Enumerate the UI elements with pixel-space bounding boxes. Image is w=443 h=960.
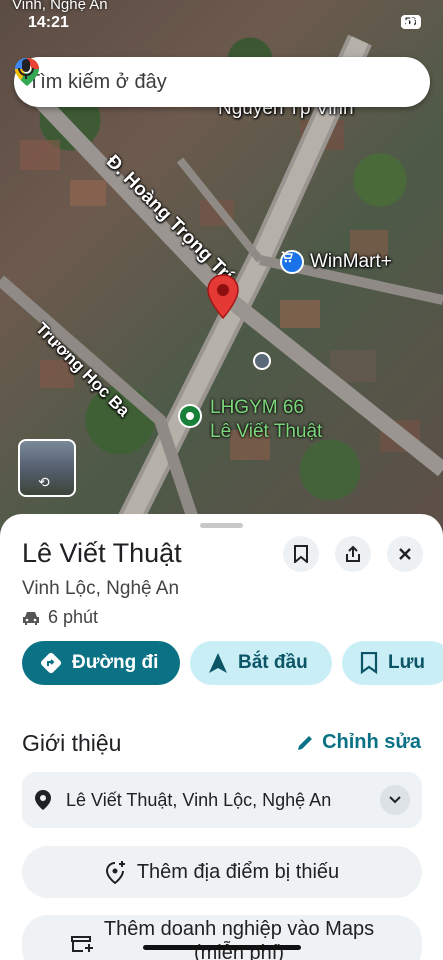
screen: Nguyễn Tp Vinh Đ. Hoàng Trọng Trí Trương… xyxy=(0,0,443,960)
microphone-icon[interactable] xyxy=(14,57,38,81)
close-button[interactable] xyxy=(387,536,423,572)
search-bar[interactable]: Tìm kiếm ở đây xyxy=(14,57,430,107)
bookmark-button[interactable] xyxy=(283,536,319,572)
winmart-label: WinMart+ xyxy=(310,251,392,272)
gym-pin-icon xyxy=(178,404,202,428)
address-text: Lê Viết Thuật, Vinh Lộc, Nghệ An xyxy=(66,789,332,810)
address-row[interactable]: Lê Viết Thuật, Vinh Lộc, Nghệ An xyxy=(22,772,422,828)
add-location-icon xyxy=(105,861,125,884)
selected-pin-icon[interactable] xyxy=(207,274,239,320)
wifi-icon xyxy=(401,15,419,28)
search-input[interactable]: Tìm kiếm ở đây xyxy=(28,71,416,94)
home-indicator[interactable] xyxy=(143,945,301,950)
eta-text: 6 phút xyxy=(48,607,99,627)
status-bar: Vinh, Nghệ An 14:21 55 xyxy=(0,0,443,40)
place-details-sheet: Lê Viết Thuật Vinh Lộc, Nghệ An 6 phút Đ… xyxy=(0,514,443,960)
rotate-360-icon: ⟲ xyxy=(38,474,50,490)
action-chips: Đường đi Bắt đầu Lưu xyxy=(22,641,443,685)
status-location: Vinh, Nghệ An xyxy=(12,0,108,13)
start-label: Bắt đầu xyxy=(238,652,308,673)
add-business-button[interactable]: Thêm doanh nghiệp vào Maps (miễn phí) xyxy=(22,915,422,960)
directions-button[interactable]: Đường đi xyxy=(22,641,180,685)
drive-eta: 6 phút xyxy=(22,607,98,628)
winmart-marker[interactable]: WinMart+ xyxy=(280,250,392,274)
chevron-down-icon xyxy=(389,796,401,804)
add-business-label: Thêm doanh nghiệp vào Maps xyxy=(103,918,375,940)
sheet-drag-handle[interactable] xyxy=(200,523,243,528)
gym-marker[interactable]: LHGYM 66 Lê Viết Thuật xyxy=(178,396,322,444)
gym-label-line2: Lê Viết Thuật xyxy=(210,421,323,442)
location-pin-icon xyxy=(35,790,51,810)
add-business-sub: (miễn phí) xyxy=(193,942,285,960)
close-icon xyxy=(399,548,411,560)
share-icon xyxy=(346,545,360,562)
save-button[interactable]: Lưu xyxy=(342,641,443,685)
bookmark-icon xyxy=(360,652,378,674)
add-missing-place-button[interactable]: Thêm địa điểm bị thiếu xyxy=(22,846,422,898)
edit-button[interactable]: Chỉnh sửa xyxy=(296,731,421,754)
save-label: Lưu xyxy=(388,652,425,673)
pencil-icon xyxy=(298,735,313,750)
satellite-map[interactable]: Nguyễn Tp Vinh Đ. Hoàng Trọng Trí Trương… xyxy=(0,0,443,540)
add-business-icon xyxy=(70,936,93,952)
bus-stop-icon[interactable] xyxy=(253,352,271,370)
place-title: Lê Viết Thuật xyxy=(22,538,182,568)
status-time: 14:21 xyxy=(28,14,69,31)
share-button[interactable] xyxy=(335,536,371,572)
directions-label: Đường đi xyxy=(72,652,159,673)
car-icon xyxy=(23,611,39,625)
start-button[interactable]: Bắt đầu xyxy=(190,641,332,685)
edit-label: Chỉnh sửa xyxy=(322,731,421,753)
about-heading: Giới thiệu xyxy=(22,730,122,756)
place-area: Vinh Lộc, Nghệ An xyxy=(22,578,180,599)
bookmark-icon xyxy=(294,545,308,563)
street-view-thumbnail[interactable]: ⟲ xyxy=(18,439,76,497)
gym-label-line1: LHGYM 66 xyxy=(210,397,304,418)
directions-icon xyxy=(40,652,62,674)
cart-icon xyxy=(280,250,304,274)
expand-address-button[interactable] xyxy=(380,785,410,815)
navigation-arrow-icon xyxy=(209,653,227,673)
add-missing-place-label: Thêm địa điểm bị thiếu xyxy=(136,860,340,883)
